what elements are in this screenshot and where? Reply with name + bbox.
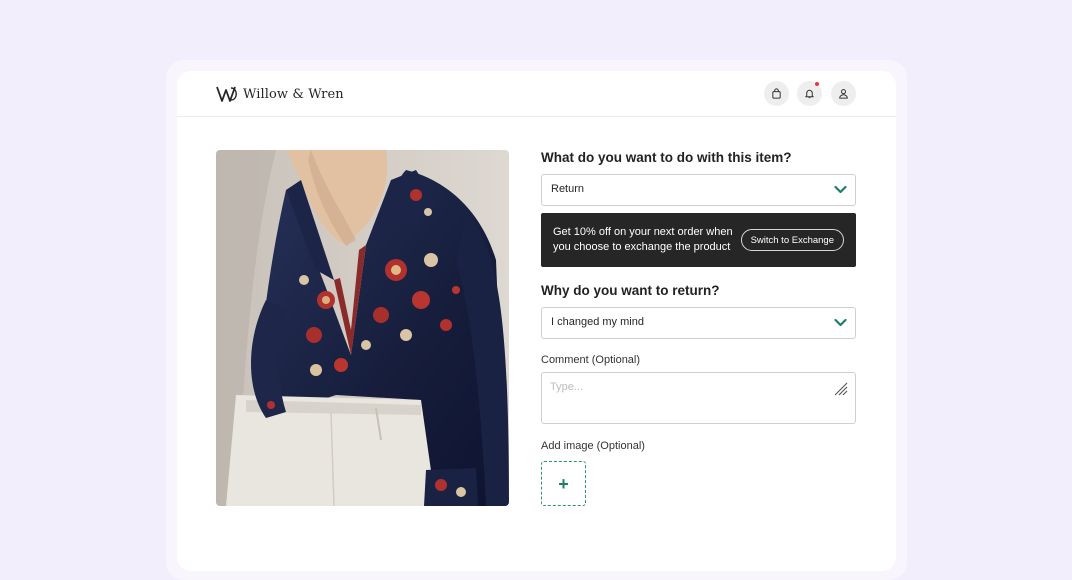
chevron-down-icon (834, 318, 847, 327)
action-select-value: Return (551, 183, 585, 195)
brand-monogram-icon (216, 86, 237, 102)
action-select[interactable]: Return (541, 174, 856, 206)
notification-dot (815, 82, 819, 86)
return-card: Willow & Wren What do you want to do wit… (177, 71, 896, 571)
notifications-button[interactable] (797, 81, 822, 106)
promo-text: Get 10% off on your next order when you … (553, 226, 733, 253)
switch-to-exchange-button[interactable]: Switch to Exchange (740, 229, 844, 251)
comment-box (541, 372, 856, 424)
add-image-label: Add image (Optional) (541, 440, 645, 452)
comment-label: Comment (Optional) (541, 354, 641, 366)
brand-name: Willow & Wren (243, 86, 344, 102)
comment-input[interactable] (550, 381, 830, 415)
chevron-down-icon (834, 185, 847, 194)
exchange-promo-banner: Get 10% off on your next order when you … (541, 213, 856, 267)
brand-logo[interactable]: Willow & Wren (216, 84, 344, 104)
reason-select-value: I changed my mind (551, 316, 644, 328)
bell-icon (805, 89, 814, 99)
reason-select[interactable]: I changed my mind (541, 307, 856, 339)
add-image-button[interactable]: + (541, 461, 586, 506)
action-question: What do you want to do with this item? (541, 150, 792, 165)
reason-question: Why do you want to return? (541, 283, 720, 298)
cart-button[interactable] (764, 81, 789, 106)
header: Willow & Wren (177, 71, 896, 117)
shopping-bag-icon (772, 88, 781, 99)
plus-icon: + (558, 473, 569, 494)
account-button[interactable] (831, 81, 856, 106)
product-image (216, 150, 509, 506)
user-icon (839, 89, 848, 99)
resize-handle-icon[interactable] (834, 382, 848, 396)
